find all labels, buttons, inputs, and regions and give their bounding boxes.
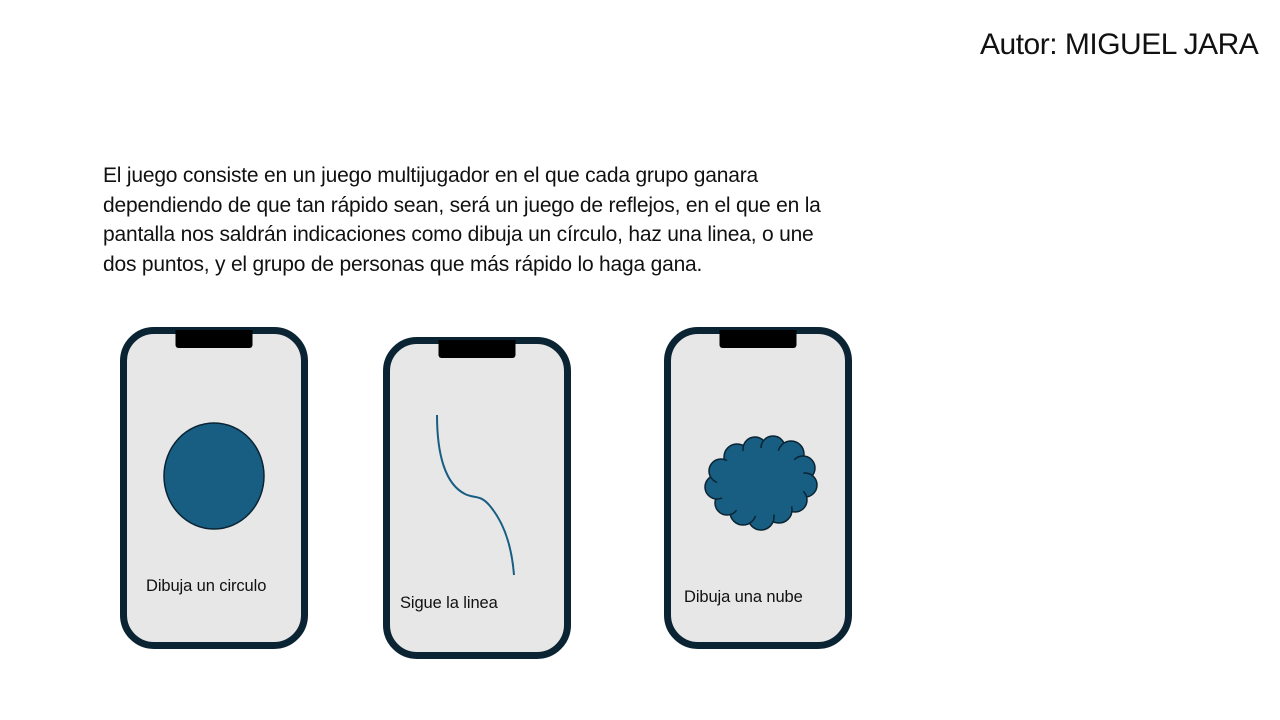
phone-caption: Dibuja un circulo: [146, 577, 267, 595]
phone-caption: Sigue la linea: [400, 594, 498, 612]
game-description: El juego consiste en un juego multijugad…: [103, 161, 923, 279]
description-line: dependiendo de que tan rápido sean, será…: [103, 193, 821, 217]
curve-line-shape: [436, 414, 515, 576]
description-line: pantalla nos saldrán indicaciones como d…: [103, 223, 814, 246]
phone-mockup-cloud: Dibuja una nube: [664, 327, 852, 649]
phone-mockup-line: Sigue la linea: [383, 337, 571, 659]
circle-shape: [163, 422, 265, 530]
phone-caption: Dibuja una nube: [684, 588, 803, 606]
author-label: Autor: MIGUEL JARA: [980, 28, 1259, 61]
phone-mockup-circle: Dibuja un circulo: [120, 327, 308, 649]
description-line: El juego consiste en un juego multijugad…: [103, 164, 758, 187]
description-line: dos puntos, y el grupo de personas que m…: [103, 252, 703, 276]
